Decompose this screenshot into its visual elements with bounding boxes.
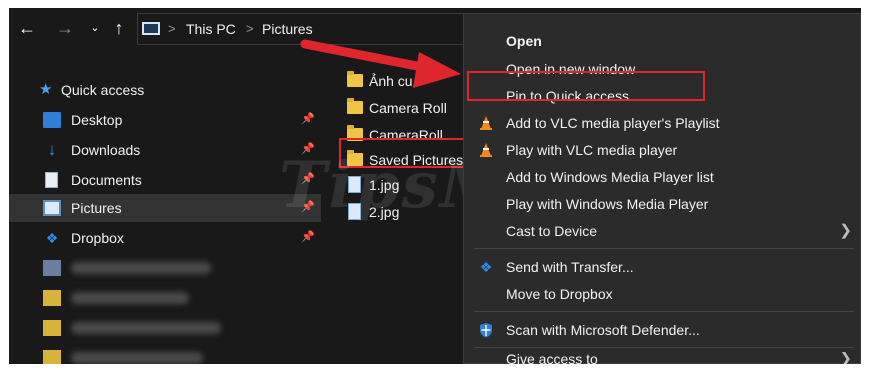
annotation-arrow xyxy=(300,39,461,88)
file-explorer-window: ← → ⌄ ↑ > This PC > Pictures ★ Quick acc… xyxy=(9,8,861,364)
